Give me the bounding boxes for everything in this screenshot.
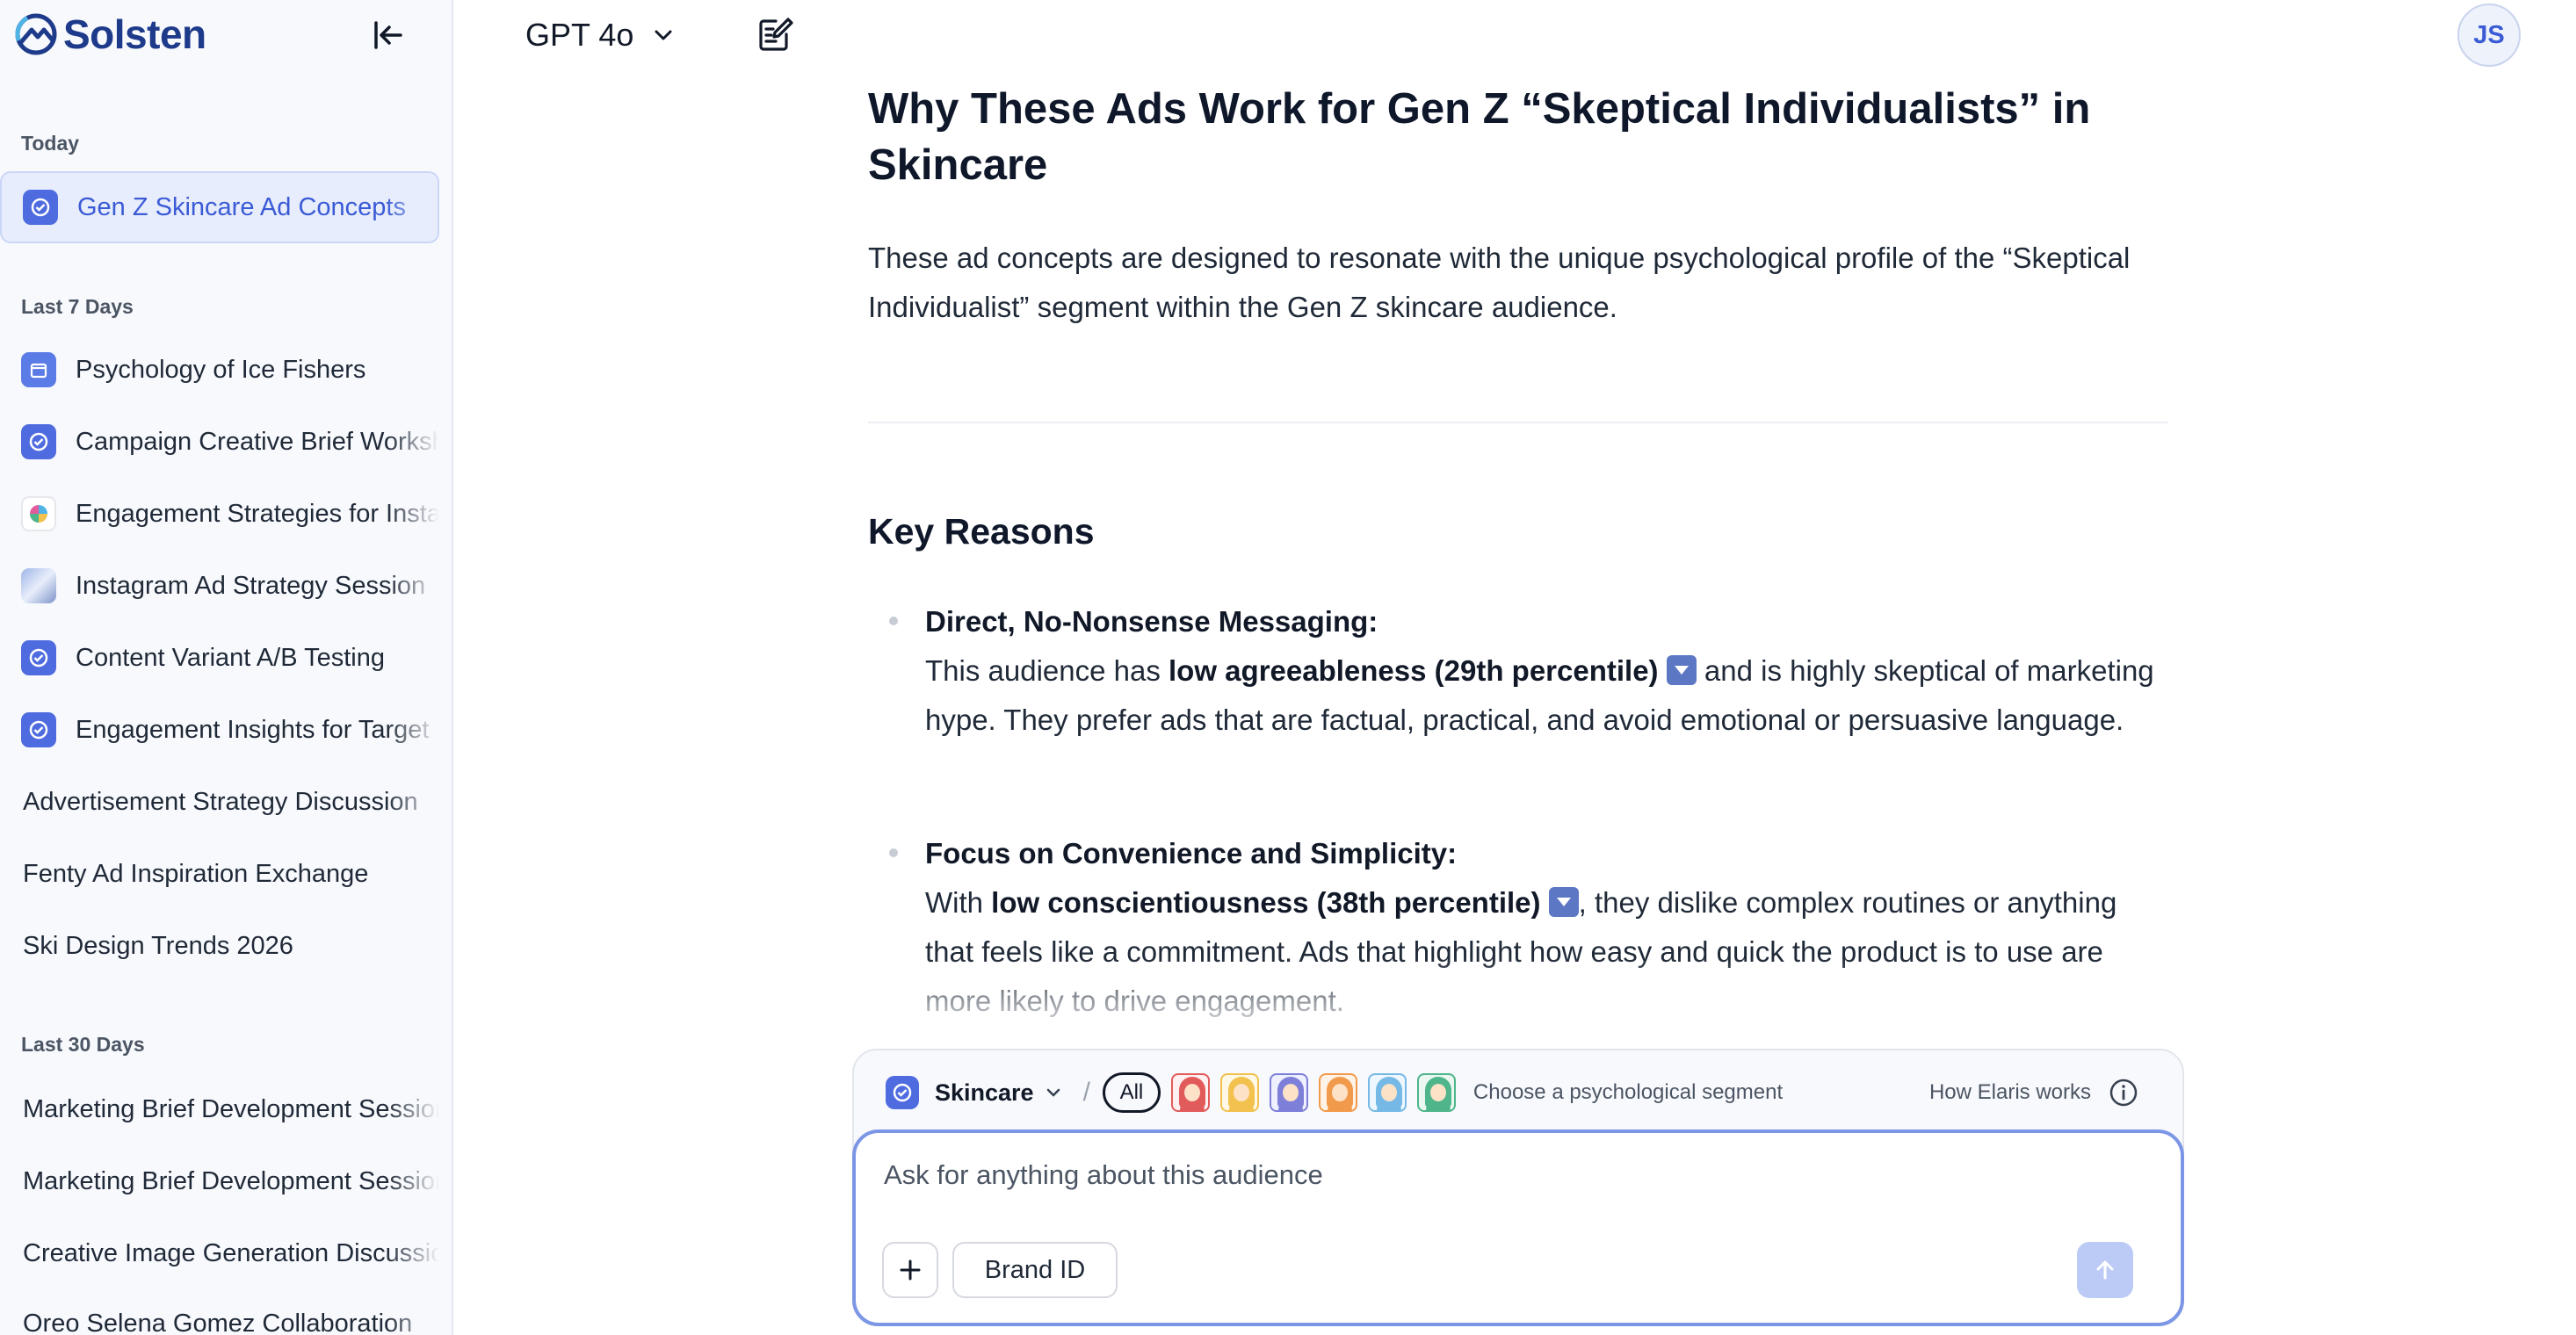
sidebar-item-label: Content Variant A/B Testing xyxy=(76,643,385,672)
photo-thumbnail-icon xyxy=(21,568,56,603)
sidebar-item-label: Advertisement Strategy Discussion xyxy=(23,787,418,816)
collapse-left-icon xyxy=(374,21,402,49)
down-arrow-icon xyxy=(1548,887,1579,917)
section-divider xyxy=(868,422,2168,423)
segment-all-button[interactable]: All xyxy=(1102,1072,1161,1113)
sidebar-item-psychology-of-ice-fishers[interactable]: Psychology of Ice Fishers xyxy=(0,334,439,406)
sidebar-item-label: Marketing Brief Development Session xyxy=(23,1166,439,1195)
message-input-box: Brand ID xyxy=(852,1129,2184,1326)
section-label-today: Today xyxy=(21,132,80,155)
reason-highlight: low conscientiousness (38th percentile) xyxy=(991,886,1541,919)
edit-note-icon xyxy=(759,18,793,51)
response-article: Why These Ads Work for Gen Z “Skeptical … xyxy=(868,81,2168,332)
model-name: GPT 4o xyxy=(525,17,634,53)
badge-check-icon xyxy=(21,424,56,459)
brand-name: Solsten xyxy=(63,11,206,57)
segment-dropdown[interactable]: Skincare xyxy=(935,1079,1062,1107)
sidebar-item-engagement-strategies[interactable]: Engagement Strategies for Instagram xyxy=(0,478,439,550)
sidebar-item-label: Campaign Creative Brief Workshop xyxy=(76,427,439,456)
persona-list xyxy=(1161,1073,1456,1112)
how-works-label: How Elaris works xyxy=(1928,1080,2091,1104)
chevron-down-icon xyxy=(1046,1088,1060,1097)
sidebar-item-label: Engagement Insights for Target xyxy=(76,715,430,744)
reason-title: Focus on Convenience and Simplicity: xyxy=(925,837,1458,870)
badge-check-icon xyxy=(23,190,58,225)
badge-check-icon xyxy=(886,1076,919,1109)
sidebar-item-creative-image-generation[interactable]: Creative Image Generation Discussion xyxy=(0,1217,439,1289)
sidebar-item-gen-z-skincare[interactable]: Gen Z Skincare Ad Concepts xyxy=(0,171,439,243)
sidebar-item-label: Fenty Ad Inspiration Exchange xyxy=(23,859,369,888)
section-heading: Key Reasons xyxy=(868,511,1095,552)
segment-name: Skincare xyxy=(935,1079,1034,1106)
reason-highlight: low agreeableness (29th percentile) xyxy=(1169,654,1659,687)
sidebar-item-advertisement-strategy[interactable]: Advertisement Strategy Discussion xyxy=(0,766,439,838)
user-avatar[interactable]: JS xyxy=(2457,4,2521,67)
solsten-logo-icon xyxy=(15,13,57,55)
sidebar-item-label: Engagement Strategies for Instagram xyxy=(76,499,439,528)
sidebar-item-fenty-ad-inspiration[interactable]: Fenty Ad Inspiration Exchange xyxy=(0,838,439,910)
article-intro: These ad concepts are designed to resona… xyxy=(868,242,2131,323)
bullet-dot xyxy=(889,617,898,625)
plus-icon xyxy=(900,1259,921,1281)
sidebar-item-label: Marketing Brief Development Session xyxy=(23,1094,439,1123)
sidebar-item-label: Ski Design Trends 2026 xyxy=(23,931,293,960)
message-input[interactable] xyxy=(884,1159,2114,1191)
reason-item: Direct, No-Nonsense Messaging: This audi… xyxy=(889,597,2172,745)
app-window: Solsten Today Gen Z Skincare Ad Concepts… xyxy=(0,0,2576,1335)
segment-separator: / xyxy=(1082,1078,1090,1107)
down-arrow-icon xyxy=(1666,655,1697,685)
section-label-last-7-days: Last 7 Days xyxy=(21,295,134,318)
sidebar-item-campaign-creative-brief[interactable]: Campaign Creative Brief Workshop xyxy=(0,406,439,478)
sidebar-item-label: Psychology of Ice Fishers xyxy=(76,355,366,384)
persona-avatar-1[interactable] xyxy=(1170,1073,1210,1112)
sidebar-item-marketing-brief-1[interactable]: Marketing Brief Development Session xyxy=(0,1073,439,1145)
calendar-icon xyxy=(21,352,56,387)
sidebar-item-label: Instagram Ad Strategy Session xyxy=(76,571,426,600)
chevron-down-icon xyxy=(655,30,672,40)
persona-avatar-2[interactable] xyxy=(1219,1073,1259,1112)
brand-logo[interactable]: Solsten xyxy=(14,9,206,60)
new-chat-button[interactable] xyxy=(754,12,798,56)
pinwheel-icon xyxy=(21,496,56,531)
sidebar-item-label: Creative Image Generation Discussion xyxy=(23,1238,439,1267)
brand-id-button[interactable]: Brand ID xyxy=(952,1242,1118,1298)
collapse-sidebar-button[interactable] xyxy=(367,14,409,56)
reason-title: Direct, No-Nonsense Messaging: xyxy=(925,605,1378,638)
segment-bar: Skincare / All Choose a psychological se… xyxy=(886,1070,1783,1115)
info-icon xyxy=(2109,1079,2138,1107)
how-elaris-works-link[interactable]: How Elaris works xyxy=(1929,1070,2138,1115)
reason-body: This audience has low agreeableness (29t… xyxy=(925,654,2154,736)
article-title: Why These Ads Work for Gen Z “Skeptical … xyxy=(868,85,2091,189)
sidebar-item-oreo-selena-gomez[interactable]: Oreo Selena Gomez Collaboration xyxy=(0,1288,439,1335)
sidebar-item-marketing-brief-2[interactable]: Marketing Brief Development Session xyxy=(0,1145,439,1217)
persona-avatar-4[interactable] xyxy=(1318,1073,1357,1112)
sidebar-item-content-variant-ab-testing[interactable]: Content Variant A/B Testing xyxy=(0,622,439,694)
persona-avatar-6[interactable] xyxy=(1416,1073,1456,1112)
sidebar-item-engagement-insights[interactable]: Engagement Insights for Target xyxy=(0,694,439,766)
persona-avatar-3[interactable] xyxy=(1269,1073,1308,1112)
add-attachment-button[interactable] xyxy=(882,1242,938,1298)
persona-avatar-5[interactable] xyxy=(1367,1073,1407,1112)
badge-check-icon xyxy=(21,640,56,675)
model-selector[interactable]: GPT 4o xyxy=(525,12,676,58)
badge-check-icon xyxy=(21,712,56,747)
section-label-last-30-days: Last 30 Days xyxy=(21,1033,145,1056)
arrow-up-icon xyxy=(2096,1260,2114,1280)
sidebar: Solsten Today Gen Z Skincare Ad Concepts… xyxy=(0,0,453,1335)
sidebar-item-instagram-ad-strategy[interactable]: Instagram Ad Strategy Session xyxy=(0,550,439,622)
chat-composer: Skincare / All Choose a psychological se… xyxy=(852,1049,2184,1326)
send-button[interactable] xyxy=(2077,1242,2133,1298)
sidebar-item-ski-design-trends[interactable]: Ski Design Trends 2026 xyxy=(0,910,439,982)
bullet-dot xyxy=(889,848,898,857)
sidebar-item-label: Gen Z Skincare Ad Concepts xyxy=(77,192,406,221)
sidebar-item-label: Oreo Selena Gomez Collaboration xyxy=(23,1309,413,1335)
segment-hint: Choose a psychological segment xyxy=(1473,1080,1784,1104)
